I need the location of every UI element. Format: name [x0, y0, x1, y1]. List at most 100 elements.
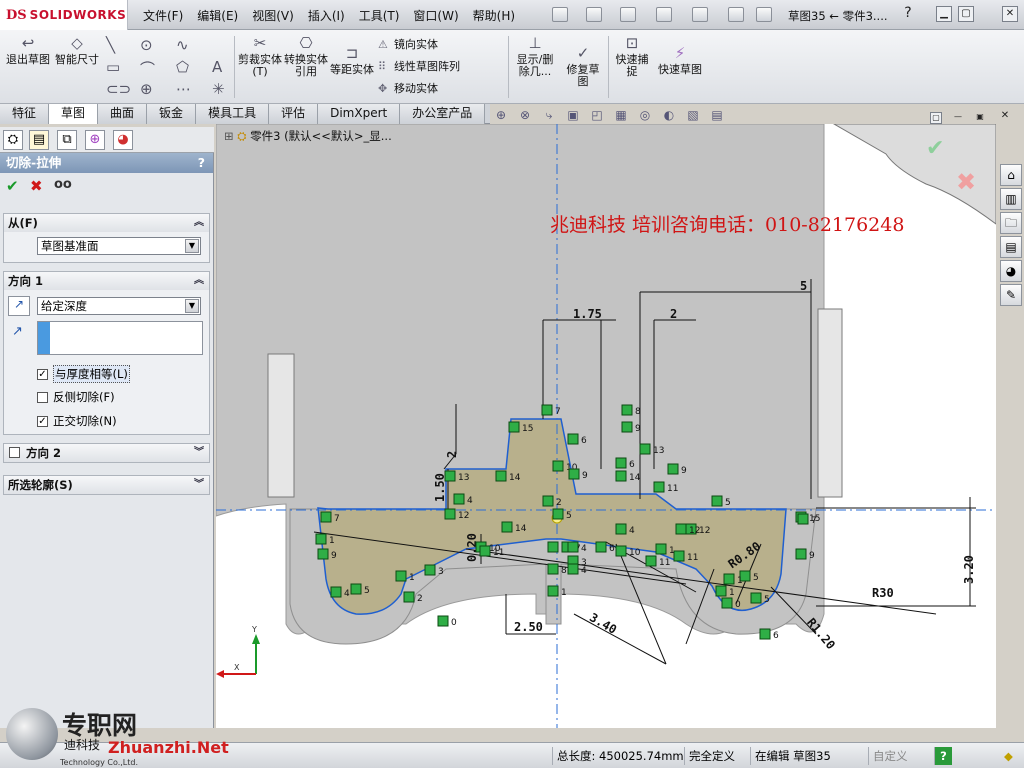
- relation-marker-icon[interactable]: [437, 615, 449, 627]
- direction-selection-box[interactable]: [37, 321, 203, 355]
- options-icon[interactable]: [756, 7, 772, 22]
- help-icon[interactable]: ?: [900, 6, 916, 22]
- feature-manager-icon[interactable]: ⛭: [3, 130, 23, 150]
- relation-marker-icon[interactable]: [759, 628, 771, 640]
- relation-marker-icon[interactable]: [667, 463, 679, 475]
- dimension-r30[interactable]: R30: [872, 586, 894, 600]
- new-document-icon[interactable]: [552, 7, 568, 22]
- zoom-to-fit-icon[interactable]: ⊕: [492, 108, 510, 122]
- relation-marker-icon[interactable]: [317, 548, 329, 560]
- dimension-2-vertical[interactable]: 2: [445, 451, 459, 458]
- arc-icon[interactable]: ⌒: [140, 58, 155, 79]
- menu-insert[interactable]: 插入(I): [301, 7, 352, 24]
- repair-sketch-button[interactable]: ✓ 修复草图: [562, 44, 604, 88]
- relation-marker-icon[interactable]: [395, 570, 407, 582]
- doc-restore-icon[interactable]: ▢: [930, 112, 942, 124]
- relation-marker-icon[interactable]: [424, 564, 436, 576]
- relation-marker-icon[interactable]: [547, 563, 559, 575]
- tag-icon[interactable]: ◆: [1000, 747, 1017, 765]
- tab-sheet-metal[interactable]: 钣金: [147, 104, 197, 124]
- menu-edit[interactable]: 编辑(E): [190, 7, 245, 24]
- convert-entities-button[interactable]: ⎔ 转换实体引用: [284, 34, 328, 78]
- file-explorer-icon[interactable]: 🗀: [1000, 212, 1022, 234]
- end-condition-select[interactable]: 给定深度 ▼: [37, 297, 201, 315]
- relation-marker-icon[interactable]: [615, 457, 627, 469]
- relation-marker-icon[interactable]: [621, 421, 633, 433]
- sketch-fillet-icon[interactable]: ✳: [212, 80, 225, 98]
- relation-marker-icon[interactable]: [797, 513, 809, 525]
- menu-help[interactable]: 帮助(H): [466, 7, 522, 24]
- relation-marker-icon[interactable]: [453, 493, 465, 505]
- solidworks-logo[interactable]: DS SOLIDWORKS: [0, 0, 128, 30]
- relation-marker-icon[interactable]: [675, 523, 687, 535]
- relation-marker-icon[interactable]: [653, 481, 665, 493]
- edit-appearance-icon[interactable]: ◐: [660, 108, 678, 122]
- text-icon[interactable]: A: [212, 58, 222, 76]
- doc-maximize-icon[interactable]: ▣: [974, 112, 986, 124]
- relation-marker-icon[interactable]: [723, 573, 735, 585]
- relation-marker-icon[interactable]: [615, 523, 627, 535]
- relation-marker-icon[interactable]: [508, 421, 520, 433]
- direction2-group-header[interactable]: 方向 2 ︾: [4, 444, 209, 462]
- slot-icon[interactable]: ⊂⊃: [106, 80, 131, 98]
- tab-dimxpert[interactable]: DimXpert: [318, 104, 401, 124]
- tab-evaluate[interactable]: 评估: [269, 104, 319, 124]
- reverse-direction-icon[interactable]: ↗: [8, 296, 30, 316]
- line-icon[interactable]: ╲: [106, 36, 115, 54]
- restore-icon[interactable]: ▢: [958, 6, 974, 22]
- configuration-manager-icon[interactable]: ⧉: [57, 130, 77, 150]
- confirm-corner-ok-icon[interactable]: ✔: [926, 136, 944, 161]
- relation-marker-icon[interactable]: [501, 521, 513, 533]
- relation-marker-icon[interactable]: [645, 555, 657, 567]
- dimension-3-40[interactable]: 3.40: [587, 610, 619, 637]
- doc-close-icon[interactable]: ✕: [998, 110, 1012, 124]
- help-status-icon[interactable]: ?: [934, 747, 952, 765]
- relation-marker-icon[interactable]: [479, 545, 491, 557]
- relation-marker-icon[interactable]: [711, 495, 723, 507]
- polygon-icon[interactable]: ⬠: [176, 58, 189, 76]
- tab-office-products[interactable]: 办公室产品: [400, 104, 486, 124]
- dimension-2[interactable]: 2: [670, 307, 677, 321]
- print-icon[interactable]: [656, 7, 672, 22]
- relation-marker-icon[interactable]: [615, 470, 627, 482]
- graphics-area[interactable]: 1.75 2 5 2 1.50 0.20 2.50 3.40 R0.80 R30…: [216, 124, 996, 728]
- relation-marker-icon[interactable]: [444, 508, 456, 520]
- relation-marker-icon[interactable]: [541, 404, 553, 416]
- rectangle-icon[interactable]: ▭: [106, 58, 120, 76]
- relation-marker-icon[interactable]: [595, 541, 607, 553]
- ok-icon[interactable]: ✔: [6, 177, 19, 195]
- relation-marker-icon[interactable]: [750, 592, 762, 604]
- quick-snaps-button[interactable]: ⊡ 快速捕捉: [612, 34, 652, 78]
- relation-marker-icon[interactable]: [315, 533, 327, 545]
- confirm-corner-cancel-icon[interactable]: ✖: [956, 168, 976, 196]
- sketch-canvas[interactable]: 1.75 2 5 2 1.50 0.20 2.50 3.40 R0.80 R30…: [216, 124, 996, 728]
- feature-tree-flyout[interactable]: ⊞ ⛭ 零件3 (默认<<默认>_显...: [224, 128, 392, 144]
- close-icon[interactable]: ✕: [1002, 6, 1018, 22]
- linear-pattern-button[interactable]: ⠿ 线性草图阵列: [378, 58, 460, 74]
- menu-view[interactable]: 视图(V): [245, 7, 301, 24]
- relation-marker-icon[interactable]: [547, 541, 559, 553]
- zoom-area-icon[interactable]: ⊗: [516, 108, 534, 122]
- mirror-entities-button[interactable]: ⚠ 镜向实体: [378, 36, 438, 52]
- view-orientation-icon[interactable]: ◰: [588, 108, 606, 122]
- design-library-icon[interactable]: ▥: [1000, 188, 1022, 210]
- relation-marker-icon[interactable]: [621, 404, 633, 416]
- solidworks-resources-icon[interactable]: ⌂: [1000, 164, 1022, 186]
- display-style-icon[interactable]: ▦: [612, 108, 630, 122]
- dimxpert-manager-icon[interactable]: ⊕: [85, 130, 105, 150]
- hide-show-items-icon[interactable]: ◎: [636, 108, 654, 122]
- tab-surfaces[interactable]: 曲面: [98, 104, 148, 124]
- relation-marker-icon[interactable]: [567, 433, 579, 445]
- dimension-3-20[interactable]: 3.20: [962, 555, 976, 584]
- relation-marker-icon[interactable]: [542, 495, 554, 507]
- doc-minimize-icon[interactable]: —: [952, 112, 964, 124]
- spline-icon[interactable]: ∿: [176, 36, 189, 54]
- smart-dimension-button[interactable]: ◇ 智能尺寸: [54, 34, 100, 66]
- relation-marker-icon[interactable]: [615, 545, 627, 557]
- from-select[interactable]: 草图基准面 ▼: [37, 237, 201, 255]
- custom-units-status[interactable]: 自定义: [868, 747, 912, 765]
- selected-contours-header[interactable]: 所选轮廓(S) ︾: [4, 476, 209, 494]
- section-view-icon[interactable]: ▣: [564, 108, 582, 122]
- dimension-5[interactable]: 5: [800, 279, 807, 293]
- relation-marker-icon[interactable]: [567, 541, 579, 553]
